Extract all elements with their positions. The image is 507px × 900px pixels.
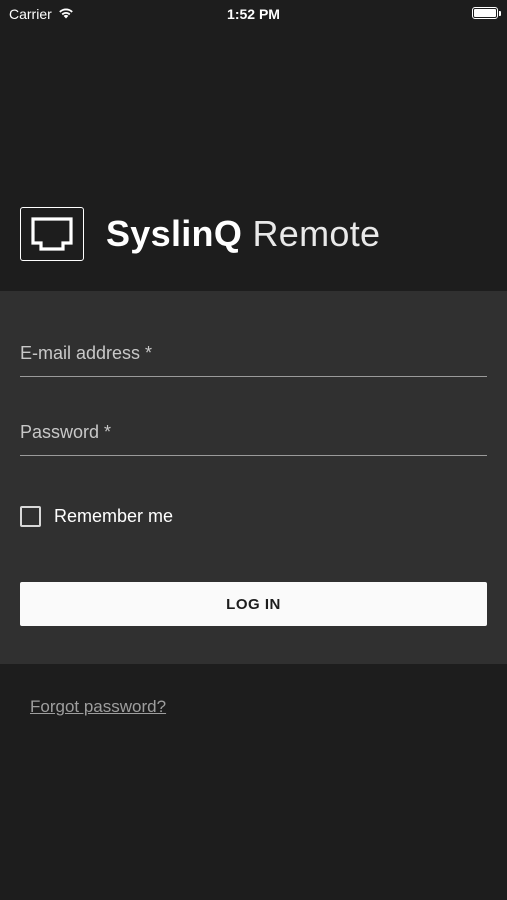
remember-me-label: Remember me [54, 506, 174, 526]
status-bar: Carrier 1:52 PM [0, 0, 507, 28]
forgot-password-link[interactable]: Forgot password? [30, 697, 166, 717]
monitor-logo-icon [20, 207, 84, 261]
battery-icon [472, 7, 501, 19]
login-button[interactable]: LOG IN [20, 582, 487, 626]
app-title-strong: SyslinQ [106, 213, 243, 254]
email-field[interactable] [20, 337, 487, 376]
password-field[interactable] [20, 416, 487, 455]
app-title-light: Remote [252, 213, 381, 254]
app-title: SyslinQ Remote [106, 213, 380, 255]
remember-me-checkbox[interactable] [20, 506, 41, 527]
email-field-wrapper [20, 337, 487, 377]
remember-me-toggle[interactable]: Remember me [20, 506, 173, 527]
status-time: 1:52 PM [227, 6, 280, 22]
login-panel: Remember me LOG IN [0, 291, 507, 664]
brand-header: SyslinQ Remote [20, 206, 380, 262]
password-field-wrapper [20, 416, 487, 456]
